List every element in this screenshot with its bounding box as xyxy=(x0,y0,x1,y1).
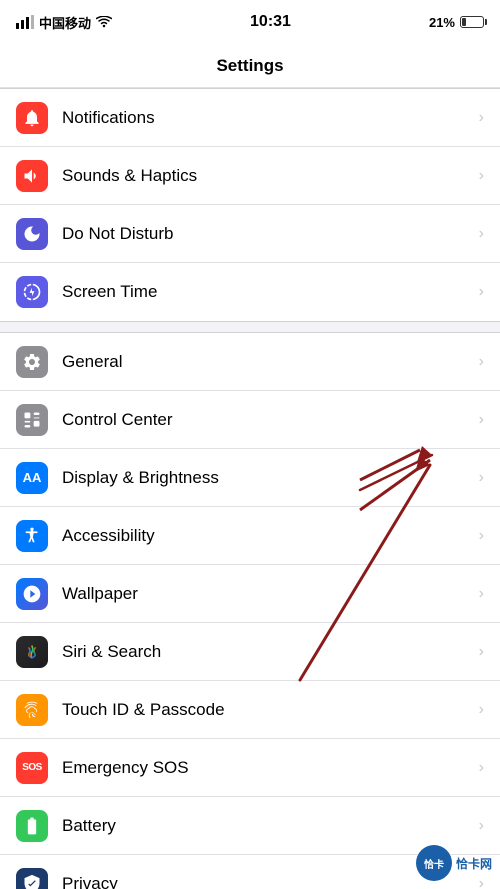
donotdisturb-label: Do Not Disturb xyxy=(62,224,471,244)
row-controlcenter[interactable]: Control Center › xyxy=(0,391,500,449)
controlcenter-label: Control Center xyxy=(62,410,471,430)
accessibility-chevron: › xyxy=(479,527,484,545)
battery-icon xyxy=(460,16,484,28)
battery-icon xyxy=(16,810,48,842)
emergencysos-chevron: › xyxy=(479,759,484,777)
emergencysos-icon: SOS xyxy=(16,752,48,784)
status-right: 21% xyxy=(429,15,484,30)
battery-chevron: › xyxy=(479,817,484,835)
settings-group-1: Notifications › Sounds & Haptics › Do No… xyxy=(0,88,500,322)
watermark-logo: 恰卡 xyxy=(416,845,452,881)
donotdisturb-chevron: › xyxy=(479,225,484,243)
accessibility-icon xyxy=(16,520,48,552)
siri-label: Siri & Search xyxy=(62,642,471,662)
display-label: Display & Brightness xyxy=(62,468,471,488)
status-time: 10:31 xyxy=(250,13,291,31)
row-screentime[interactable]: Screen Time › xyxy=(0,263,500,321)
touchid-chevron: › xyxy=(479,701,484,719)
wifi-icon xyxy=(96,16,112,28)
general-label: General xyxy=(62,352,471,372)
battery-percentage: 21% xyxy=(429,15,455,30)
general-chevron: › xyxy=(479,353,484,371)
privacy-icon xyxy=(16,868,48,889)
signal-icon xyxy=(16,15,34,29)
nav-title: Settings xyxy=(216,56,283,76)
general-icon xyxy=(16,346,48,378)
accessibility-label: Accessibility xyxy=(62,526,471,546)
touchid-icon xyxy=(16,694,48,726)
notifications-label: Notifications xyxy=(62,108,471,128)
status-bar: 中国移动 10:31 21% xyxy=(0,0,500,44)
row-emergencysos[interactable]: SOS Emergency SOS › xyxy=(0,739,500,797)
donotdisturb-icon xyxy=(16,218,48,250)
row-notifications[interactable]: Notifications › xyxy=(0,89,500,147)
settings-group-2: General › Control Center › AA Displa xyxy=(0,332,500,889)
row-sounds[interactable]: Sounds & Haptics › xyxy=(0,147,500,205)
wallpaper-chevron: › xyxy=(479,585,484,603)
sounds-chevron: › xyxy=(479,167,484,185)
nav-bar: Settings xyxy=(0,44,500,88)
wallpaper-icon xyxy=(16,578,48,610)
display-chevron: › xyxy=(479,469,484,487)
controlcenter-chevron: › xyxy=(479,411,484,429)
row-touchid[interactable]: Touch ID & Passcode › xyxy=(0,681,500,739)
sounds-icon xyxy=(16,160,48,192)
watermark-text: 恰卡网 xyxy=(456,855,492,872)
row-accessibility[interactable]: Accessibility › xyxy=(0,507,500,565)
notifications-chevron: › xyxy=(479,109,484,127)
display-icon: AA xyxy=(16,462,48,494)
wallpaper-label: Wallpaper xyxy=(62,584,471,604)
row-general[interactable]: General › xyxy=(0,333,500,391)
privacy-label: Privacy xyxy=(62,874,471,889)
siri-chevron: › xyxy=(479,643,484,661)
row-wallpaper[interactable]: Wallpaper › xyxy=(0,565,500,623)
controlcenter-icon xyxy=(16,404,48,436)
emergencysos-label: Emergency SOS xyxy=(62,758,471,778)
touchid-label: Touch ID & Passcode xyxy=(62,700,471,720)
battery-label: Battery xyxy=(62,816,471,836)
siri-icon xyxy=(16,636,48,668)
row-display[interactable]: AA Display & Brightness › xyxy=(0,449,500,507)
watermark: 恰卡 恰卡网 xyxy=(416,845,492,881)
row-donotdisturb[interactable]: Do Not Disturb › xyxy=(0,205,500,263)
status-left: 中国移动 xyxy=(16,13,112,32)
carrier-name: 中国移动 xyxy=(39,13,91,32)
settings-content: Notifications › Sounds & Haptics › Do No… xyxy=(0,88,500,889)
sounds-label: Sounds & Haptics xyxy=(62,166,471,186)
screentime-label: Screen Time xyxy=(62,282,471,302)
screentime-chevron: › xyxy=(479,283,484,301)
row-siri[interactable]: Siri & Search › xyxy=(0,623,500,681)
notifications-icon xyxy=(16,102,48,134)
screentime-icon xyxy=(16,276,48,308)
